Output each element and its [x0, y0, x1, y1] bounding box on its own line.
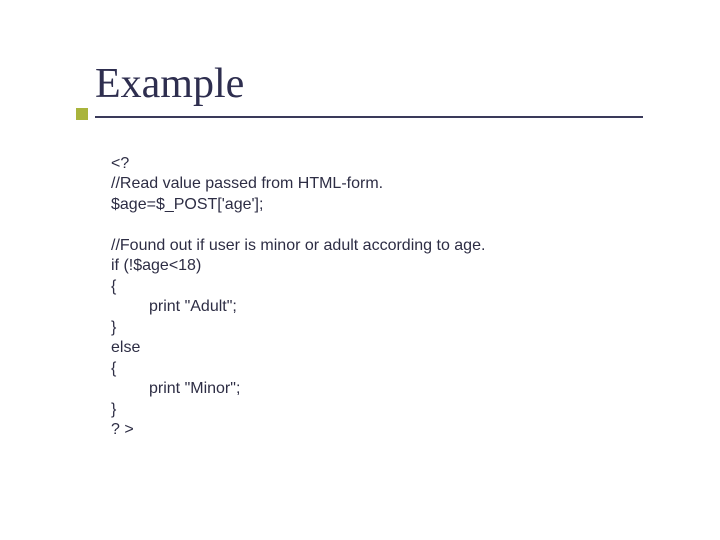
code-line: $age=$_POST['age'];: [111, 196, 263, 213]
code-line: if (!$age<18): [111, 257, 201, 274]
code-line: }: [111, 319, 116, 336]
slide-title: Example: [95, 60, 244, 108]
title-underline: [95, 116, 643, 118]
code-line: ? >: [111, 421, 134, 438]
code-line: print "Minor";: [149, 380, 240, 397]
code-line: else: [111, 339, 140, 356]
code-line: {: [111, 278, 116, 295]
code-line: //Found out if user is minor or adult ac…: [111, 237, 485, 254]
code-line: }: [111, 401, 116, 418]
code-line: <?: [111, 155, 129, 172]
title-accent-square: [76, 108, 88, 120]
code-line: {: [111, 360, 116, 377]
code-line: print "Adult";: [149, 298, 237, 315]
code-line: //Read value passed from HTML-form.: [111, 175, 383, 192]
slide: Example <? //Read value passed from HTML…: [0, 0, 720, 540]
code-block: <? //Read value passed from HTML-form. $…: [111, 154, 485, 441]
